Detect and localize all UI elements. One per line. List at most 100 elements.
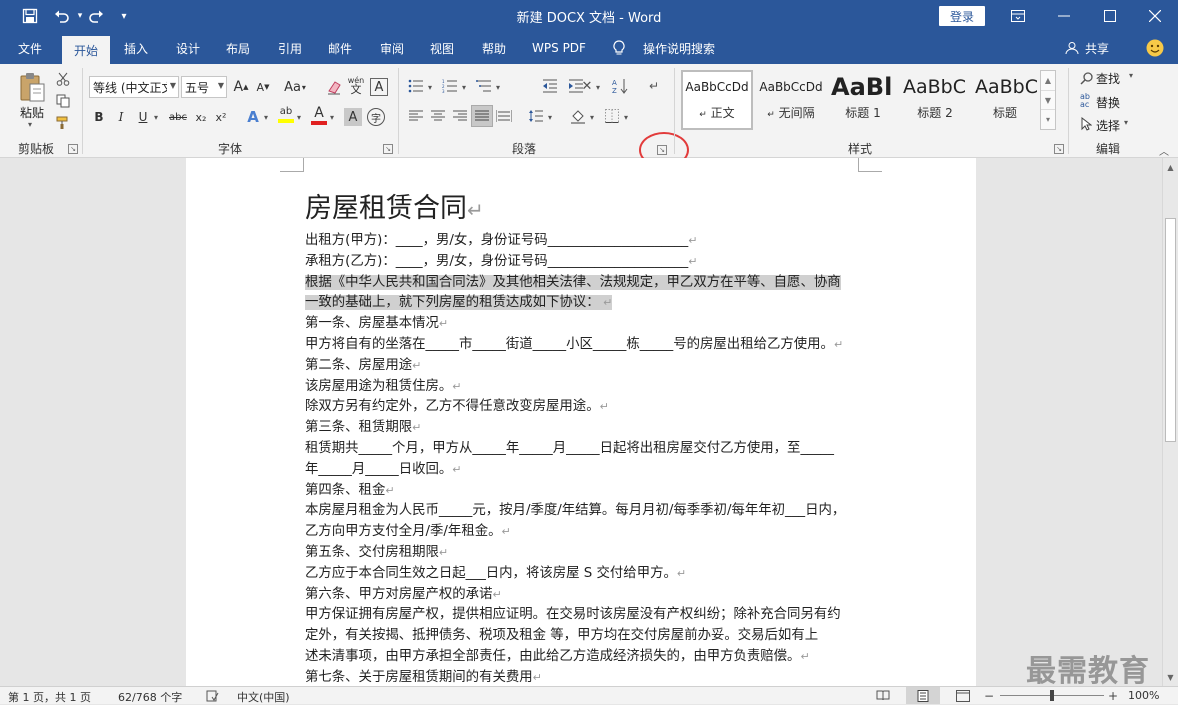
minimize-icon[interactable]: [1041, 0, 1087, 32]
find-dropdown-icon[interactable]: ▾: [1129, 71, 1133, 80]
zoom-slider-thumb[interactable]: [1050, 690, 1054, 701]
maximize-icon[interactable]: [1087, 0, 1133, 32]
sort-icon[interactable]: AZ: [610, 76, 630, 96]
scroll-down-icon[interactable]: ▼: [1163, 670, 1178, 684]
text-effects-dropdown-icon[interactable]: ▾: [264, 113, 268, 122]
find-button[interactable]: 查找: [1096, 70, 1120, 87]
select-button[interactable]: 选择: [1096, 117, 1120, 134]
decrease-indent-icon[interactable]: [540, 76, 560, 96]
multilevel-dropdown-icon[interactable]: ▾: [496, 83, 500, 92]
replace-button[interactable]: 替换: [1096, 94, 1120, 111]
smiley-icon[interactable]: [1146, 39, 1164, 57]
web-layout-icon[interactable]: [954, 688, 972, 703]
language-indicator[interactable]: 中文(中国): [237, 689, 290, 705]
zoom-level[interactable]: 100%: [1128, 689, 1159, 702]
gallery-up-icon[interactable]: ▲: [1041, 71, 1055, 90]
underline-button[interactable]: U: [134, 106, 152, 128]
scroll-thumb[interactable]: [1165, 218, 1176, 442]
cut-icon[interactable]: [54, 70, 72, 88]
show-marks-icon[interactable]: ↵: [644, 76, 664, 96]
numbering-icon[interactable]: 123: [440, 76, 460, 96]
borders-dropdown-icon[interactable]: ▾: [624, 113, 628, 122]
paste-dropdown-icon[interactable]: ▾: [28, 120, 32, 129]
font-color-button[interactable]: A: [310, 104, 328, 126]
tell-me-search[interactable]: 操作说明搜索: [636, 32, 722, 64]
shading-icon[interactable]: [568, 106, 588, 126]
superscript-button[interactable]: x²: [212, 106, 230, 128]
line-spacing-icon[interactable]: [526, 106, 546, 126]
bullets-dropdown-icon[interactable]: ▾: [428, 83, 432, 92]
proofing-icon[interactable]: [204, 688, 220, 703]
paste-label[interactable]: 粘贴: [16, 104, 48, 121]
highlight-button[interactable]: ab: [276, 104, 296, 126]
style-title[interactable]: AaBbC 标题: [970, 70, 1040, 128]
gallery-more-icon[interactable]: ▾: [1041, 109, 1055, 129]
strikethrough-button[interactable]: abc: [166, 106, 190, 128]
tab-references[interactable]: 引用: [268, 32, 312, 64]
font-name-combo[interactable]: 等线 (中文正文)▼: [89, 76, 179, 98]
subscript-button[interactable]: x₂: [192, 106, 210, 128]
font-size-combo[interactable]: 五号 ▼: [181, 76, 227, 98]
grow-font-button[interactable]: A ▲: [232, 76, 250, 98]
select-dropdown-icon[interactable]: ▾: [1124, 118, 1128, 127]
tab-view[interactable]: 视图: [420, 32, 464, 64]
borders-icon[interactable]: [602, 106, 622, 126]
text-effects-button[interactable]: A: [244, 106, 262, 128]
share-button[interactable]: 共享: [1082, 32, 1112, 64]
bullets-icon[interactable]: [406, 76, 426, 96]
zoom-in-icon[interactable]: +: [1106, 688, 1120, 703]
scroll-up-icon[interactable]: ▲: [1163, 160, 1178, 174]
chinese-layout-icon[interactable]: ✕: [576, 76, 598, 96]
tab-help[interactable]: 帮助: [472, 32, 516, 64]
read-mode-icon[interactable]: [874, 688, 892, 703]
style-no-spacing[interactable]: AaBbCcDd ↵ 无间隔: [756, 70, 826, 128]
tab-wps-pdf[interactable]: WPS PDF: [524, 32, 594, 64]
gallery-down-icon[interactable]: ▼: [1041, 90, 1055, 109]
shading-dropdown-icon[interactable]: ▾: [590, 113, 594, 122]
align-right-icon[interactable]: [450, 106, 470, 126]
highlight-dropdown-icon[interactable]: ▾: [297, 113, 301, 122]
paste-icon[interactable]: [16, 70, 48, 104]
format-painter-icon[interactable]: [54, 114, 72, 132]
login-button[interactable]: 登录: [939, 6, 985, 26]
styles-launcher-icon[interactable]: ↘: [1054, 144, 1064, 154]
ribbon-display-options-icon[interactable]: [995, 0, 1041, 32]
distributed-icon[interactable]: [494, 106, 514, 126]
shrink-font-button[interactable]: A ▼: [254, 76, 272, 98]
document-page[interactable]: 房屋租赁合同↵ 出租方(甲方)：____，男/女，身份证号码__________…: [186, 158, 976, 686]
align-left-icon[interactable]: [406, 106, 426, 126]
page-count[interactable]: 第 1 页，共 1 页: [8, 689, 91, 705]
word-count[interactable]: 62/768 个字: [118, 689, 182, 705]
style-heading-1[interactable]: AaBl 标题 1: [828, 70, 898, 128]
enclose-character-button[interactable]: 字: [367, 108, 385, 126]
tab-layout[interactable]: 布局: [216, 32, 260, 64]
zoom-out-icon[interactable]: −: [982, 688, 996, 703]
tab-file[interactable]: 文件: [6, 32, 54, 64]
character-shading-button[interactable]: A: [344, 108, 362, 126]
tab-insert[interactable]: 插入: [114, 32, 158, 64]
vertical-scrollbar[interactable]: ▲ ▼: [1162, 158, 1178, 686]
chinese-layout-dropdown-icon[interactable]: ▾: [596, 83, 600, 92]
justify-icon[interactable]: [471, 105, 493, 127]
line-spacing-dropdown-icon[interactable]: ▾: [548, 113, 552, 122]
style-normal[interactable]: AaBbCcDd ↵ 正文: [682, 70, 752, 128]
font-color-dropdown-icon[interactable]: ▾: [330, 113, 334, 122]
replace-icon[interactable]: ab ac: [1076, 92, 1094, 110]
collapse-ribbon-icon[interactable]: ︿: [1156, 144, 1172, 158]
style-heading-2[interactable]: AaBbC 标题 2: [900, 70, 970, 128]
tab-mailings[interactable]: 邮件: [318, 32, 362, 64]
clipboard-launcher-icon[interactable]: ↘: [68, 144, 78, 154]
select-cursor-icon[interactable]: [1078, 116, 1094, 132]
bold-button[interactable]: B: [90, 106, 108, 128]
align-center-icon[interactable]: [428, 106, 448, 126]
underline-dropdown-icon[interactable]: ▾: [154, 113, 158, 122]
copy-icon[interactable]: [54, 92, 72, 110]
close-icon[interactable]: [1132, 0, 1178, 32]
phonetic-guide-button[interactable]: wén 文: [347, 74, 365, 96]
numbering-dropdown-icon[interactable]: ▾: [462, 83, 466, 92]
search-icon[interactable]: [1078, 70, 1094, 86]
print-layout-icon[interactable]: [906, 687, 940, 704]
multilevel-list-icon[interactable]: [474, 76, 494, 96]
document-body[interactable]: 房屋租赁合同↵ 出租方(甲方)：____，男/女，身份证号码__________…: [305, 192, 865, 686]
tab-home[interactable]: 开始: [62, 36, 110, 64]
